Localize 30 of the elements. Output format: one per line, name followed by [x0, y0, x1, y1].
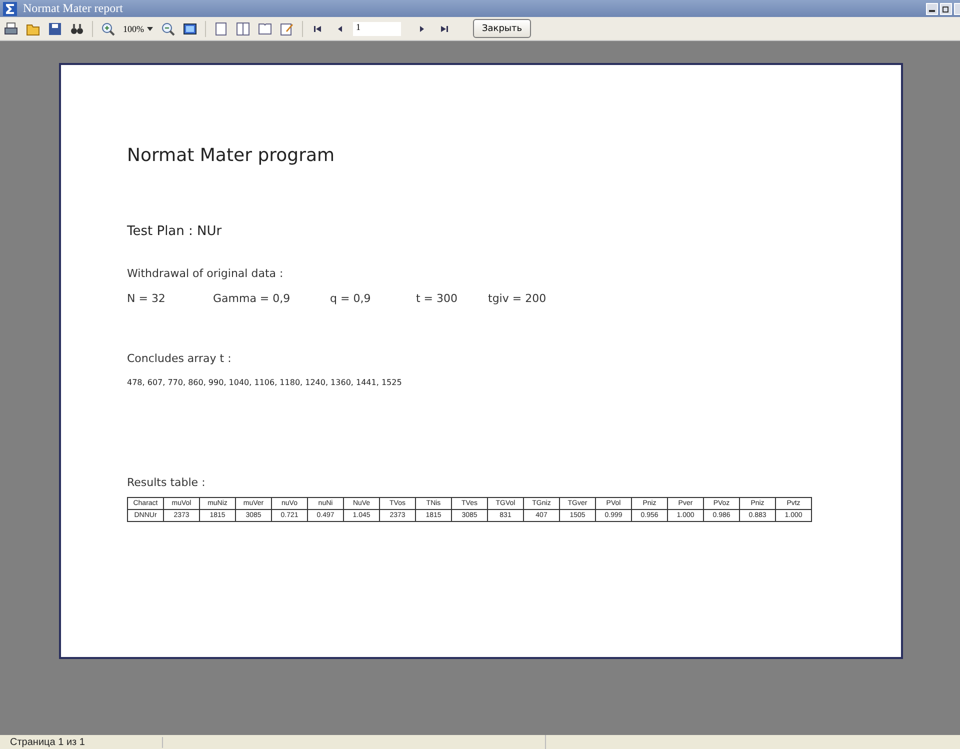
test-plan-heading: Test Plan : NUr — [127, 224, 223, 239]
page-number-field[interactable]: 1 — [353, 22, 401, 36]
folder-icon[interactable] — [26, 22, 40, 36]
close-report-button[interactable]: Закрыть — [473, 19, 532, 38]
binoculars-icon[interactable] — [70, 22, 84, 36]
zoom-dropdown[interactable]: 100% — [123, 24, 144, 34]
pages-icon[interactable] — [236, 22, 250, 36]
save-icon[interactable] — [48, 22, 62, 36]
section-label: Results table : — [127, 476, 206, 489]
report-title: Normat Mater program — [127, 145, 336, 166]
print-icon[interactable] — [4, 22, 18, 36]
parameter-value: tgiv = 200 — [488, 292, 546, 305]
restore-icon[interactable] — [942, 4, 950, 12]
page-icon[interactable] — [214, 22, 228, 36]
array-values: 478, 607, 770, 860, 990, 1040, 1106, 1180, 1240, 1360, 1441, 1525 — [127, 378, 403, 387]
parameter-value: Gamma = 0,9 — [213, 292, 292, 305]
zoom-out-icon[interactable] — [161, 22, 175, 36]
section-label: Concludes array t : — [127, 352, 232, 365]
book-icon[interactable] — [258, 22, 272, 36]
zoom-in-icon[interactable] — [101, 22, 115, 36]
parameter-value: q = 0,9 — [330, 292, 372, 305]
parameter-value: t = 300 — [416, 292, 459, 305]
caret-icon[interactable] — [147, 26, 153, 30]
sigma-icon — [3, 2, 17, 16]
parameter-value: N = 32 — [127, 292, 166, 305]
edit-icon[interactable] — [280, 22, 294, 36]
section-label: Withdrawal of original data : — [127, 267, 284, 280]
full-page-icon[interactable] — [183, 22, 197, 36]
page-info: Страница 1 из 1 — [0, 736, 163, 748]
window-title: Normat Mater report — [23, 1, 123, 16]
